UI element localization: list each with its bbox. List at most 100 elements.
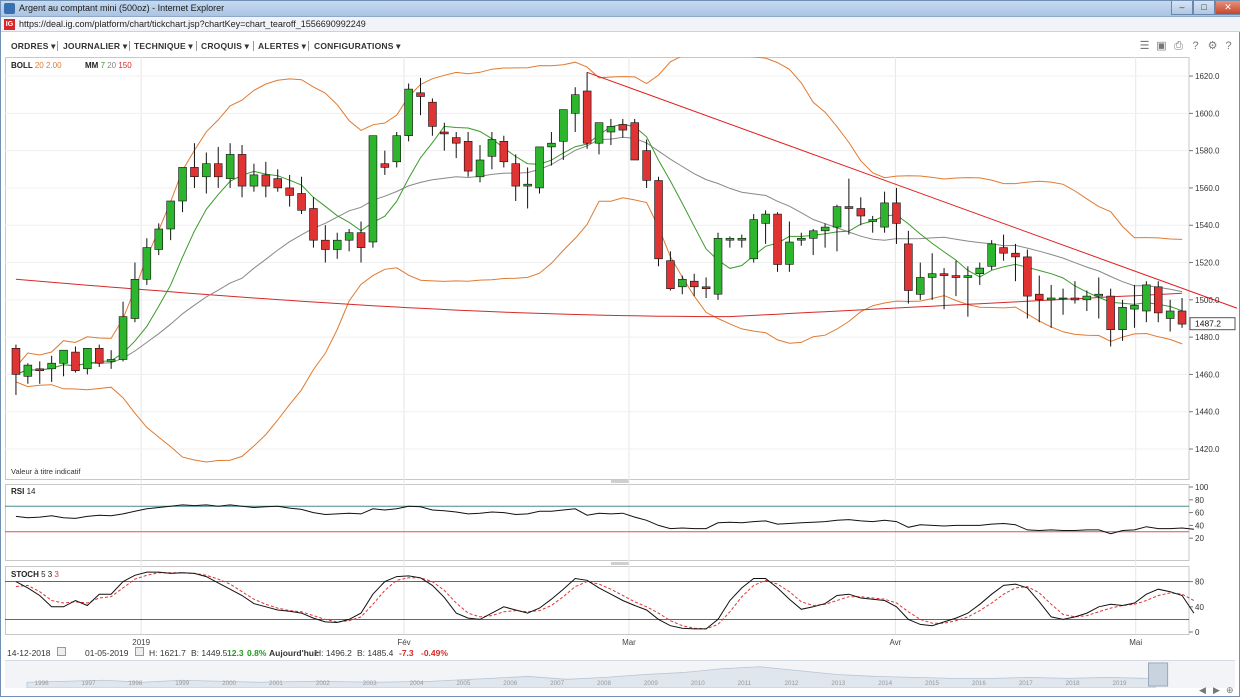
candle[interactable]: [356, 232, 366, 248]
menu-alertes[interactable]: ALERTES ▾: [258, 41, 306, 52]
candle[interactable]: [237, 154, 247, 187]
candle[interactable]: [1177, 310, 1187, 325]
candle[interactable]: [1165, 310, 1175, 319]
candle[interactable]: [594, 122, 604, 144]
maximize-button[interactable]: □: [1193, 1, 1215, 15]
candle[interactable]: [166, 200, 175, 230]
candle[interactable]: [118, 316, 128, 360]
candle[interactable]: [428, 101, 437, 127]
candle[interactable]: [915, 277, 925, 295]
candle[interactable]: [487, 139, 497, 157]
candle[interactable]: [963, 275, 973, 278]
candle[interactable]: [463, 141, 473, 172]
candle[interactable]: [309, 208, 318, 241]
candle[interactable]: [451, 137, 461, 144]
menu-technique[interactable]: TECHNIQUE ▾: [134, 41, 193, 52]
candle[interactable]: [582, 90, 592, 144]
candle[interactable]: [1106, 295, 1115, 331]
candle[interactable]: [1023, 256, 1032, 297]
stoch-legend[interactable]: STOCH 5 3 3: [11, 570, 59, 579]
candle[interactable]: [689, 280, 699, 288]
menu-ordres[interactable]: ORDRES ▾: [11, 41, 56, 52]
candle[interactable]: [154, 228, 164, 250]
candle[interactable]: [83, 347, 92, 370]
candle[interactable]: [214, 163, 223, 178]
candle[interactable]: [951, 275, 961, 278]
candle[interactable]: [570, 94, 580, 114]
candle[interactable]: [773, 213, 782, 265]
price-panel[interactable]: [5, 57, 1190, 480]
candle[interactable]: [987, 243, 996, 267]
candle[interactable]: [71, 351, 80, 372]
candle[interactable]: [130, 279, 140, 319]
candle[interactable]: [808, 230, 818, 239]
candle[interactable]: [820, 226, 830, 232]
question-icon[interactable]: ?: [1223, 41, 1234, 52]
minimize-button[interactable]: –: [1171, 1, 1193, 15]
candle[interactable]: [523, 183, 532, 187]
candle[interactable]: [630, 122, 639, 161]
candle[interactable]: [416, 92, 425, 97]
scroll-right-icon[interactable]: ▶: [1213, 685, 1220, 696]
candle[interactable]: [642, 150, 651, 181]
candle[interactable]: [1094, 293, 1104, 297]
candle[interactable]: [725, 238, 735, 241]
menu-croquis[interactable]: CROQUIS ▾: [201, 41, 249, 52]
start-date-calendar-icon[interactable]: [57, 647, 66, 656]
candle[interactable]: [202, 163, 211, 178]
candle[interactable]: [106, 359, 116, 362]
rsi-legend[interactable]: RSI 14: [11, 487, 36, 496]
candle[interactable]: [832, 206, 842, 228]
end-date[interactable]: 01-05-2019: [85, 648, 128, 658]
candle[interactable]: [261, 174, 271, 187]
candle[interactable]: [761, 213, 770, 224]
candle[interactable]: [1142, 284, 1151, 312]
candle[interactable]: [404, 88, 413, 136]
candle[interactable]: [332, 239, 342, 250]
candle[interactable]: [797, 238, 806, 241]
candle[interactable]: [225, 154, 235, 179]
start-date[interactable]: 14-12-2018: [7, 648, 50, 658]
candle[interactable]: [1011, 252, 1020, 258]
candle[interactable]: [666, 260, 675, 289]
chart-area[interactable]: 2019 Fév Mar Avr Mai1420.01440.01460.01480.0…: [5, 57, 1237, 647]
candle[interactable]: [892, 202, 901, 224]
candle[interactable]: [939, 273, 949, 276]
candle[interactable]: [47, 362, 56, 370]
navigator-strip[interactable]: 1996 1997 1998 1999 2000 2001 2002 2003 2004 2005…: [5, 660, 1235, 688]
candle[interactable]: [844, 206, 854, 209]
url-field[interactable]: https://deal.ig.com/platform/chart/tickc…: [19, 19, 366, 29]
candle[interactable]: [392, 135, 401, 163]
candle[interactable]: [368, 135, 378, 243]
candle[interactable]: [321, 239, 330, 250]
candle[interactable]: [535, 146, 544, 189]
candle[interactable]: [1082, 295, 1092, 301]
candle[interactable]: [678, 279, 687, 288]
candle[interactable]: [1046, 297, 1056, 301]
menu-configurations[interactable]: CONFIGURATIONS ▾: [314, 41, 401, 52]
image-icon[interactable]: ▣: [1156, 41, 1167, 52]
close-button[interactable]: ✕: [1215, 1, 1240, 15]
candle[interactable]: [285, 187, 294, 196]
candle[interactable]: [273, 178, 282, 189]
candle[interactable]: [380, 163, 390, 168]
candle[interactable]: [737, 238, 747, 241]
candle[interactable]: [927, 273, 937, 278]
print-icon[interactable]: ⎙: [1173, 41, 1184, 52]
candle[interactable]: [190, 167, 199, 178]
candle[interactable]: [1058, 297, 1068, 300]
settings-icon[interactable]: ⚙: [1207, 41, 1218, 52]
candle[interactable]: [178, 167, 187, 202]
end-date-calendar-icon[interactable]: [135, 647, 144, 656]
panel-resize-handle[interactable]: [611, 562, 629, 565]
candle[interactable]: [654, 180, 663, 260]
boll-legend[interactable]: BOLL 20 2.00: [11, 61, 62, 70]
candle[interactable]: [713, 238, 723, 295]
stoch-panel[interactable]: [5, 566, 1190, 635]
candle[interactable]: [11, 347, 21, 375]
candle[interactable]: [785, 241, 794, 265]
candle[interactable]: [547, 142, 556, 148]
candle[interactable]: [475, 159, 485, 178]
candle[interactable]: [23, 364, 33, 377]
candle[interactable]: [856, 208, 866, 217]
